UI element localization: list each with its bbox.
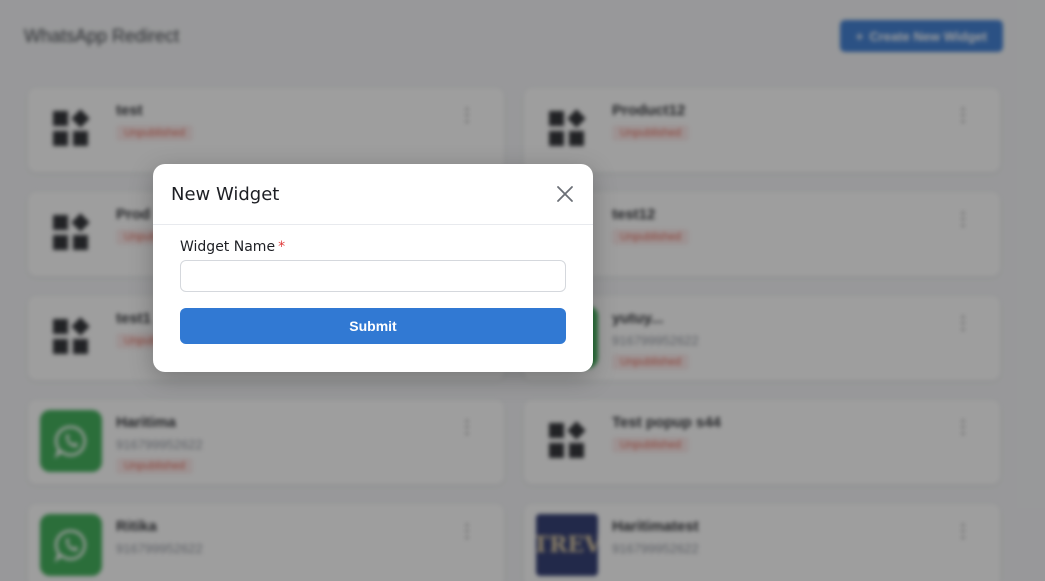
modal-header: New Widget — [153, 164, 593, 225]
close-icon — [557, 186, 573, 202]
widget-name-input[interactable] — [180, 260, 566, 292]
new-widget-modal: New Widget Widget Name * Submit — [153, 164, 593, 372]
close-button[interactable] — [553, 182, 577, 206]
widget-name-label: Widget Name * — [180, 239, 286, 255]
required-mark: * — [278, 239, 286, 255]
submit-button[interactable]: Submit — [180, 308, 566, 344]
modal-title: New Widget — [171, 183, 280, 205]
